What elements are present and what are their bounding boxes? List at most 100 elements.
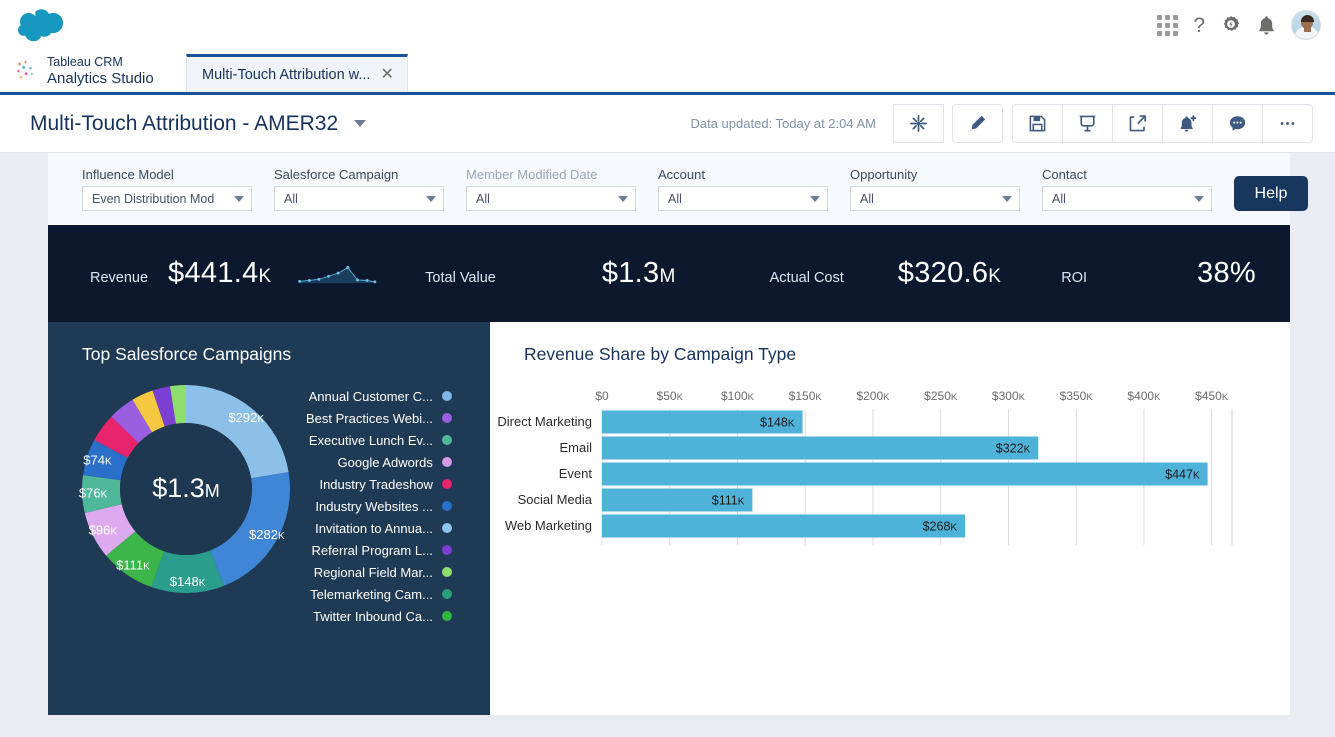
revenue-sparkline [296, 252, 378, 296]
chevron-down-icon [810, 196, 820, 202]
bar-category-label: Direct Marketing [497, 414, 592, 429]
filter-select[interactable]: All [658, 186, 828, 211]
help-icon[interactable]: ? [1193, 15, 1205, 36]
legend-color-dot [442, 435, 452, 445]
legend-color-dot [442, 501, 452, 511]
legend-color-dot [442, 589, 452, 599]
legend-item[interactable]: Telemarketing Cam... [306, 583, 452, 605]
donut-chart[interactable]: $1.3M $292K$282K$148K$111K$96K$76K$74K [72, 375, 300, 603]
filter-select[interactable]: Even Distribution Mod [82, 186, 252, 211]
legend-item[interactable]: Industry Websites ... [306, 495, 452, 517]
legend-item[interactable]: Best Practices Webi... [306, 407, 452, 429]
legend-label: Industry Tradeshow [319, 477, 432, 492]
bar-chart[interactable]: $0$50K$100K$150K$200K$250K$300K$350K$400… [490, 383, 1280, 568]
help-button[interactable]: Help [1234, 176, 1308, 211]
legend-label: Google Adwords [338, 455, 433, 470]
close-icon[interactable]: ✕ [380, 67, 393, 83]
bar-value-label: $447K [1165, 468, 1200, 482]
bar-value-label: $111K [712, 494, 745, 508]
bar[interactable] [602, 463, 1208, 486]
legend-color-dot [442, 523, 452, 533]
bar-category-label: Social Media [518, 492, 593, 507]
filter-select[interactable]: All [466, 186, 636, 211]
legend-label: Regional Field Mar... [314, 565, 433, 580]
kpi-label: ROI [1061, 270, 1087, 286]
filter-opportunity: Opportunity All [850, 167, 1020, 211]
data-updated-text: Data updated: Today at 2:04 AM [690, 116, 876, 131]
notifications-bell-icon[interactable] [1257, 15, 1276, 36]
legend-item[interactable]: Industry Tradeshow [306, 473, 452, 495]
donut-legend: Annual Customer C... Best Practices Webi.… [306, 375, 452, 627]
legend-label: Telemarketing Cam... [310, 587, 433, 602]
bar-category-label: Event [559, 466, 593, 481]
donut-slice-label: $292K [228, 410, 264, 425]
filter-influence-model: Influence Model Even Distribution Mod [82, 167, 252, 211]
explore-button[interactable] [893, 104, 944, 143]
legend-item[interactable]: Regional Field Mar... [306, 561, 452, 583]
kpi-value: $1.3M [602, 257, 676, 290]
app-name-line1: Tableau CRM [47, 55, 154, 70]
filter-label: Opportunity [850, 167, 1020, 182]
bar[interactable] [602, 515, 965, 538]
legend-label: Best Practices Webi... [306, 411, 433, 426]
more-actions-button[interactable] [1262, 104, 1313, 143]
edit-button[interactable] [952, 104, 1003, 143]
presentation-button[interactable] [1062, 104, 1113, 143]
app-launcher-icon[interactable] [1157, 15, 1178, 36]
share-button[interactable] [1112, 104, 1163, 143]
filter-select[interactable]: All [850, 186, 1020, 211]
legend-item[interactable]: Referral Program L... [306, 539, 452, 561]
legend-item[interactable]: Google Adwords [306, 451, 452, 473]
tableau-crm-logo-icon [16, 60, 38, 82]
dashboard-panels: Top Salesforce Campaigns $1.3M $292K$282… [48, 322, 1290, 715]
legend-label: Twitter Inbound Ca... [313, 609, 433, 624]
app-tab-bar: Tableau CRM Analytics Studio Multi-Touch… [0, 50, 1335, 95]
x-axis-tick-label: $400K [1127, 389, 1161, 403]
chatter-button[interactable] [1212, 104, 1263, 143]
help-wrap: Help [1234, 176, 1335, 211]
filter-value: All [1052, 192, 1066, 206]
kpi-value: 38% [1197, 257, 1256, 290]
dashboard-inner: Influence Model Even Distribution Mod Sa… [48, 153, 1290, 715]
dashboard-actions-group [1012, 104, 1313, 143]
x-axis-tick-label: $200K [856, 389, 890, 403]
kpi-label: Actual Cost [770, 270, 844, 286]
kpi-value: $320.6K [898, 257, 1001, 290]
panel-title: Revenue Share by Campaign Type [490, 344, 1290, 365]
dashboard-tab[interactable]: Multi-Touch Attribution w... ✕ [186, 54, 408, 92]
legend-label: Executive Lunch Ev... [309, 433, 433, 448]
filter-value: All [860, 192, 874, 206]
app-brand[interactable]: Tableau CRM Analytics Studio [0, 50, 186, 92]
dashboard-tab-label: Multi-Touch Attribution w... [202, 67, 370, 83]
subscribe-button[interactable] [1162, 104, 1213, 143]
filter-bar: Influence Model Even Distribution Mod Sa… [48, 153, 1290, 225]
setup-gear-icon[interactable] [1220, 14, 1242, 36]
kpi-revenue: Revenue $441.4K [90, 257, 272, 290]
chevron-down-icon [234, 196, 244, 202]
filter-salesforce-campaign: Salesforce Campaign All [274, 167, 444, 211]
filter-value: All [668, 192, 682, 206]
legend-item[interactable]: Twitter Inbound Ca... [306, 605, 452, 627]
filter-label: Contact [1042, 167, 1212, 182]
panel-top-salesforce-campaigns: Top Salesforce Campaigns $1.3M $292K$282… [48, 322, 490, 715]
filter-select[interactable]: All [1042, 186, 1212, 211]
legend-item[interactable]: Annual Customer C... [306, 385, 452, 407]
legend-item[interactable]: Invitation to Annua... [306, 517, 452, 539]
chevron-down-icon[interactable] [354, 120, 366, 127]
bar-value-label: $268K [923, 520, 958, 534]
save-button[interactable] [1012, 104, 1063, 143]
x-axis-tick-label: $300K [992, 389, 1026, 403]
legend-color-dot [442, 479, 452, 489]
legend-label: Invitation to Annua... [315, 521, 433, 536]
bar-category-label: Email [559, 440, 592, 455]
kpi-value: $441.4K [168, 257, 271, 290]
legend-item[interactable]: Executive Lunch Ev... [306, 429, 452, 451]
kpi-roi: ROI 38% [1061, 257, 1256, 290]
legend-color-dot [442, 545, 452, 555]
salesforce-cloud-logo[interactable] [18, 9, 64, 41]
dashboard-title-bar: Multi-Touch Attribution - AMER32 Data up… [0, 95, 1335, 153]
filter-label: Influence Model [82, 167, 252, 182]
filter-select[interactable]: All [274, 186, 444, 211]
bar[interactable] [602, 437, 1038, 460]
user-avatar[interactable] [1291, 10, 1321, 40]
